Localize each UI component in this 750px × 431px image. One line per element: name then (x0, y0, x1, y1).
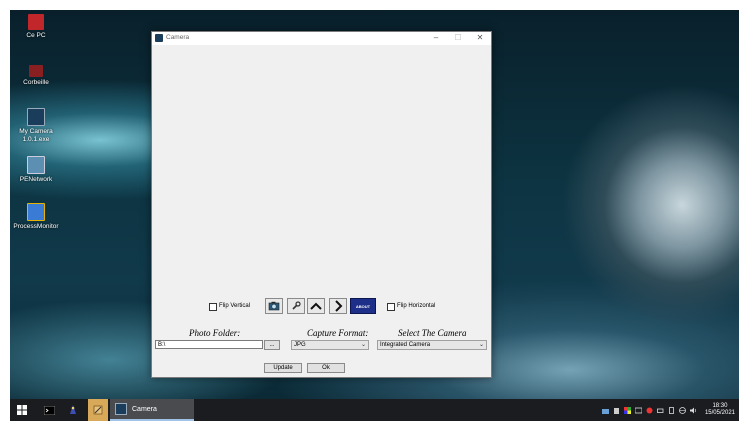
up-button[interactable] (307, 298, 325, 314)
minimize-button[interactable]: – (425, 32, 447, 45)
capture-format-label: Capture Format: (307, 328, 369, 338)
volume-tray-icon[interactable] (689, 407, 697, 414)
desktop-icon-ce-pc[interactable]: Ce PC (10, 14, 62, 40)
taskbar-camera-app[interactable]: Camera (110, 399, 194, 421)
taskbar-wizard[interactable] (62, 399, 84, 421)
capture-format-value: JPG (294, 342, 306, 348)
desktop-icon-my-camera[interactable]: My Camera 1.0.1.exe (10, 108, 62, 144)
capture-format-select[interactable]: JPG ⌄ (291, 340, 369, 350)
color-tray-icon[interactable] (623, 406, 631, 414)
taskbar: Camera 18:30 15/05/2021 (10, 399, 739, 421)
maximize-button[interactable]: ☐ (447, 32, 469, 45)
desktop-icon-label: PENetwork (19, 176, 53, 183)
network-icon (27, 156, 45, 174)
camera-preview-area (152, 46, 491, 294)
device-tray-icon[interactable] (613, 407, 620, 414)
taskbar-app-label: Camera (132, 405, 157, 413)
photo-folder-input[interactable]: B:\ (155, 340, 263, 349)
windows-logo-icon (17, 405, 27, 415)
about-label: ABOUT (355, 303, 371, 309)
photo-folder-label: Photo Folder: (189, 328, 241, 338)
computer-icon (28, 14, 44, 30)
next-button[interactable] (329, 298, 347, 314)
clock-time: 18:30 (712, 403, 728, 409)
chevron-down-icon: ⌄ (478, 342, 484, 348)
tool-icon (93, 405, 103, 415)
camera-select-value: Integrated Camera (380, 342, 431, 348)
settings-button[interactable] (287, 298, 305, 314)
recycle-bin-icon (29, 65, 43, 77)
flip-horizontal-checkbox[interactable] (387, 303, 395, 311)
flip-vertical-checkbox[interactable] (209, 303, 217, 311)
alert-tray-icon[interactable] (646, 407, 653, 414)
system-tray: 18:30 15/05/2021 (601, 399, 735, 421)
clock-date: 15/05/2021 (704, 410, 735, 416)
monitor-tray-icon[interactable] (634, 407, 642, 414)
wrench-icon (292, 301, 301, 310)
wizard-icon (70, 405, 76, 414)
battery-tray-icon[interactable] (657, 407, 664, 414)
camera-app-icon (27, 108, 45, 126)
desktop-icon-penetwork[interactable]: PENetwork (10, 156, 62, 184)
desktop-icon-label: Ce PC (26, 32, 46, 39)
capture-button[interactable] (265, 298, 283, 314)
desktop-icon-label: ProcessMonitor (13, 223, 59, 230)
clock[interactable]: 18:30 15/05/2021 (705, 403, 735, 417)
title-bar[interactable]: Camera – ☐ ✕ (152, 32, 491, 46)
process-monitor-icon (27, 203, 45, 221)
flip-horizontal-label: Flip Horizontal (397, 303, 436, 309)
about-button[interactable]: ABOUT (350, 298, 376, 314)
desktop-icon-label: My Camera 1.0.1.exe (19, 128, 53, 143)
start-button[interactable] (10, 399, 34, 421)
camera-select[interactable]: Integrated Camera ⌄ (377, 340, 487, 350)
chevron-down-icon: ⌄ (360, 342, 366, 348)
browse-button[interactable]: ... (264, 340, 280, 350)
ok-button[interactable]: Ok (307, 363, 345, 373)
globe-tray-icon[interactable] (679, 406, 686, 414)
select-camera-label: Select The Camera (398, 328, 467, 338)
desktop-icon-corbeille[interactable]: Corbeille (10, 62, 62, 87)
camera-icon (268, 301, 280, 311)
camera-app-icon (115, 403, 127, 415)
desktop-icon-label: Corbeille (23, 79, 49, 86)
camera-app-icon (155, 34, 163, 42)
window-title: Camera (166, 34, 190, 41)
close-button[interactable]: ✕ (469, 32, 491, 45)
flip-vertical-label: Flip Vertical (219, 303, 251, 309)
update-button[interactable]: Update (264, 363, 302, 373)
camera-window[interactable]: Camera – ☐ ✕ Flip Vertical ABOUT Flip Ho… (151, 31, 492, 378)
network-tray-icon[interactable] (601, 407, 609, 414)
chevron-right-icon (335, 300, 343, 312)
chevron-up-icon (310, 302, 322, 310)
storage-tray-icon[interactable] (668, 406, 675, 414)
desktop-icon-processmonitor[interactable]: ProcessMonitor (10, 203, 62, 231)
taskbar-tool[interactable] (88, 399, 108, 421)
taskbar-terminal[interactable] (38, 399, 60, 421)
terminal-icon (43, 405, 55, 415)
